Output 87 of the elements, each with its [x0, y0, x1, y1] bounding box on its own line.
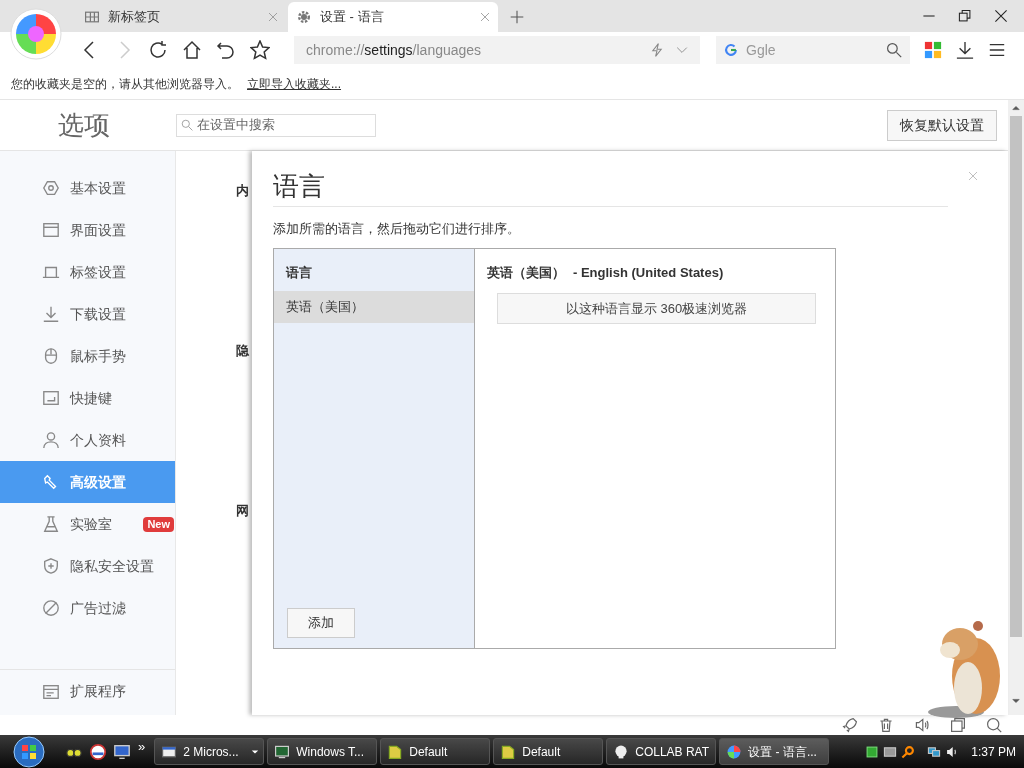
computers-icon[interactable] [927, 744, 942, 759]
keyboard-icon [42, 389, 60, 407]
search-icon[interactable] [986, 717, 1002, 733]
status-icon[interactable] [865, 744, 880, 759]
taskbar-button[interactable]: 2 Micros... [154, 738, 265, 765]
download-icon [42, 305, 60, 323]
sidebar-item[interactable]: 广告过滤 [0, 587, 175, 629]
lightning-icon[interactable] [650, 43, 664, 57]
hexagon-icon [42, 179, 60, 197]
display-language-button[interactable]: 以这种语言显示 360极速浏览器 [497, 293, 816, 324]
ban-icon [42, 599, 60, 617]
page-title: 选项 [57, 108, 111, 142]
restore-icon[interactable] [958, 9, 972, 23]
sidebar-item[interactable]: 扩展程序 [0, 669, 175, 713]
import-bookmarks-link[interactable]: 立即导入收藏夹... [247, 74, 341, 93]
globe-icon[interactable] [89, 742, 107, 761]
search-icon[interactable] [886, 42, 902, 58]
sidebar-item[interactable]: 实验室 New [0, 503, 175, 545]
language-list-item[interactable]: 英语（美国） [274, 290, 474, 323]
clock: 1:37 PM [971, 743, 1016, 761]
home-icon[interactable] [182, 40, 202, 60]
restore-defaults-button[interactable]: 恢复默认设置 [887, 109, 997, 141]
close-icon[interactable] [994, 9, 1008, 23]
dialog-description: 添加所需的语言，然后拖动它们进行排序。 [273, 220, 521, 238]
sidebar-item[interactable]: 界面设置 [0, 209, 175, 251]
address-bar[interactable]: chrome://settings/languages [294, 36, 700, 64]
menu-icon[interactable] [988, 41, 1006, 59]
browser-tab[interactable]: 设置 - 语言 [288, 2, 498, 32]
bookmarks-message: 您的收藏夹是空的，请从其他浏览器导入。 [11, 75, 239, 93]
dialog-title: 语言 [273, 169, 948, 207]
browser-icon [726, 743, 743, 760]
folder-icon [500, 743, 517, 760]
scrollbar[interactable] [1008, 100, 1024, 715]
search-icon [181, 119, 193, 131]
sidebar-item[interactable]: 标签设置 [0, 251, 175, 293]
person-icon [42, 431, 60, 449]
sidebar-item[interactable]: 基本设置 [0, 167, 175, 209]
reload-icon[interactable] [148, 40, 168, 60]
settings-search-field[interactable]: 在设置中搜索 [197, 115, 371, 135]
google-icon [724, 43, 738, 57]
undo-icon[interactable] [216, 40, 236, 60]
language-name: 英语（美国） [487, 263, 565, 282]
overflow-chevron[interactable]: » [138, 736, 146, 757]
scrollbar-thumb[interactable] [1010, 116, 1022, 637]
taskbar-button[interactable]: Default [493, 738, 604, 765]
monitor-icon [274, 743, 291, 760]
url-text: chrome://settings/languages [306, 40, 483, 60]
window-icon [42, 221, 60, 239]
trash-icon[interactable] [878, 717, 894, 733]
taskbar-button[interactable]: Default [380, 738, 491, 765]
search-field[interactable]: Ggle [746, 39, 878, 61]
sidebar-item[interactable]: 下载设置 [0, 293, 175, 335]
extension-icon [42, 682, 60, 701]
flask-icon [42, 515, 60, 533]
list-header: 语言 [284, 263, 313, 282]
taskbar-button[interactable]: COLLAB RAT [606, 738, 717, 765]
apps-grid-icon[interactable] [924, 41, 942, 59]
settings-search-box[interactable]: 在设置中搜索 [176, 113, 376, 137]
folder-icon [387, 743, 404, 760]
sidebar-item[interactable]: 快捷键 [0, 377, 175, 419]
section-heading: 隐 [236, 343, 249, 359]
settings-icon [296, 9, 312, 25]
monitor-icon[interactable] [113, 742, 131, 761]
window-icon[interactable] [950, 717, 966, 733]
start-button-icon[interactable] [10, 735, 48, 768]
dropdown-icon[interactable] [251, 748, 260, 756]
rocket-icon[interactable] [842, 717, 858, 733]
new-badge: New [143, 517, 174, 532]
add-button[interactable]: 添加 [287, 607, 355, 638]
section-heading: 内 [236, 183, 249, 199]
taskbar-button[interactable]: 设置 - 语言... [719, 738, 830, 765]
section-heading: 网 [236, 503, 249, 519]
search-box[interactable]: Ggle [716, 36, 910, 64]
language-native-name: - English (United States) [573, 263, 724, 282]
grid-icon [84, 9, 100, 25]
sidebar-item[interactable]: 鼠标手势 [0, 335, 175, 377]
magnifier-icon[interactable] [901, 744, 916, 759]
scroll-down-icon[interactable] [1012, 697, 1020, 705]
scroll-up-icon[interactable] [1012, 104, 1020, 112]
star-icon[interactable] [250, 40, 270, 60]
sidebar-item[interactable]: 个人资料 [0, 419, 175, 461]
shield-icon [42, 557, 60, 575]
taskbar-button[interactable]: Windows T... [267, 738, 378, 765]
mouse-icon [42, 347, 60, 365]
sidebar-item[interactable]: 隐私安全设置 [0, 545, 175, 587]
download-icon[interactable] [956, 41, 974, 59]
network-icon[interactable] [883, 744, 898, 759]
